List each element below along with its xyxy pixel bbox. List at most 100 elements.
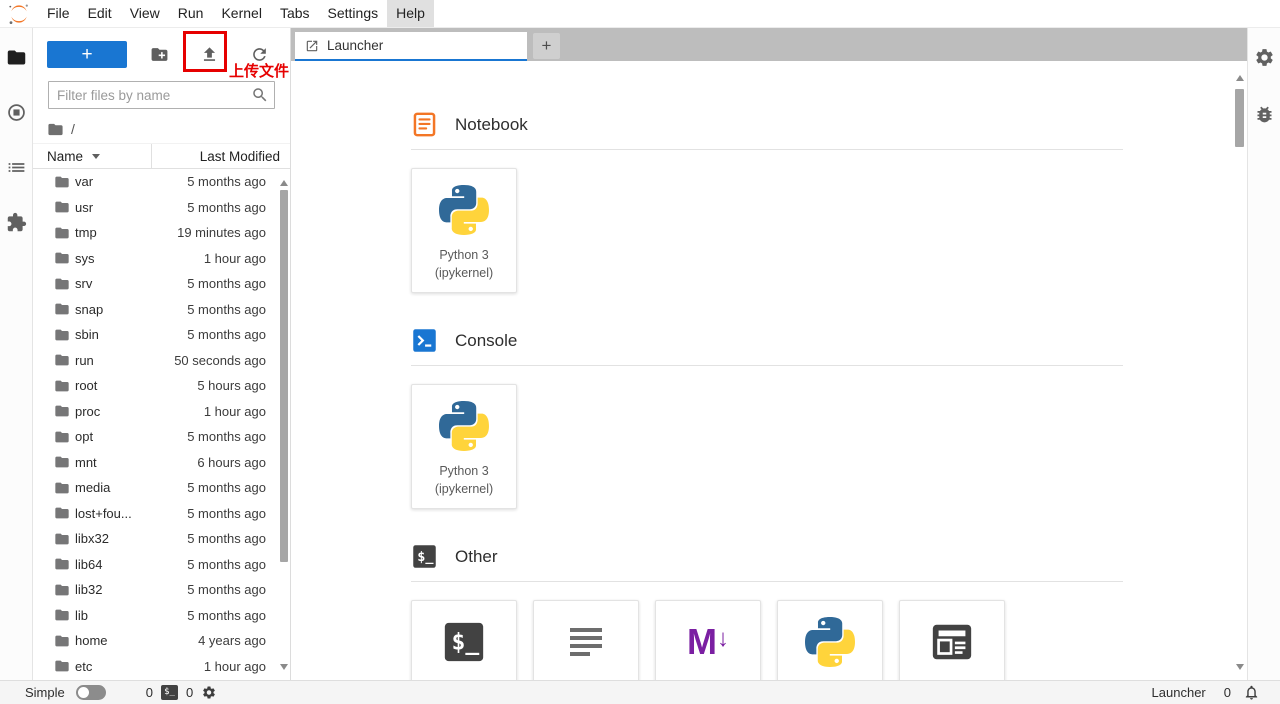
jupyter-logo bbox=[0, 0, 38, 27]
sidebar-tab-running-sessions[interactable] bbox=[4, 100, 28, 124]
file-modified: 5 months ago bbox=[187, 557, 266, 572]
menu-tabs[interactable]: Tabs bbox=[271, 0, 319, 27]
file-row[interactable]: home4 years ago bbox=[33, 628, 290, 654]
file-modified: 1 hour ago bbox=[204, 659, 266, 674]
file-name: lost+fou... bbox=[75, 506, 187, 521]
file-name: var bbox=[75, 174, 187, 189]
file-list-header: Name Last Modified bbox=[33, 143, 290, 169]
menu-run[interactable]: Run bbox=[169, 0, 213, 27]
session-counts[interactable]: 0 $_ 0 bbox=[146, 685, 217, 700]
tab-launcher[interactable]: Launcher bbox=[295, 32, 527, 61]
tab-label: Launcher bbox=[327, 38, 383, 53]
file-list-scrollbar[interactable] bbox=[279, 176, 289, 684]
card-label: Text File bbox=[563, 679, 610, 680]
breadcrumb-root[interactable]: / bbox=[71, 121, 75, 137]
menu-help[interactable]: Help bbox=[387, 0, 434, 27]
file-modified: 5 months ago bbox=[187, 429, 266, 444]
card-row: Python 3 (ipykernel) bbox=[411, 384, 1123, 509]
launcher-card-text-file[interactable]: Text File bbox=[533, 600, 639, 680]
scrollbar-thumb[interactable] bbox=[1235, 89, 1244, 147]
file-row[interactable]: snap5 months ago bbox=[33, 297, 290, 323]
launcher-card-contextual-help[interactable]: Show Contextual Help bbox=[899, 600, 1005, 680]
scrollbar-thumb[interactable] bbox=[280, 190, 288, 562]
file-row[interactable]: usr5 months ago bbox=[33, 195, 290, 221]
extensions-puzzle-icon bbox=[6, 212, 27, 233]
sidebar-tab-file-browser[interactable] bbox=[4, 45, 28, 69]
main-scrollbar[interactable] bbox=[1232, 61, 1247, 680]
column-header-name[interactable]: Name bbox=[33, 144, 152, 168]
left-sidebar bbox=[0, 28, 33, 680]
scroll-down-arrow-icon[interactable] bbox=[1236, 664, 1244, 670]
launcher-card-python-file[interactable]: Python File bbox=[777, 600, 883, 680]
bug-icon bbox=[1254, 104, 1275, 125]
file-row[interactable]: sbin5 months ago bbox=[33, 322, 290, 348]
breadcrumb: / bbox=[33, 115, 290, 143]
file-row[interactable]: run50 seconds ago bbox=[33, 348, 290, 374]
scroll-up-arrow-icon[interactable] bbox=[1236, 75, 1244, 81]
scroll-up-arrow-icon[interactable] bbox=[280, 180, 288, 186]
new-tab-button[interactable]: + bbox=[533, 33, 560, 59]
home-folder-icon[interactable] bbox=[47, 121, 64, 138]
kernels-count: 0 bbox=[186, 685, 193, 700]
filter-files-container bbox=[48, 81, 275, 109]
new-launcher-button[interactable]: + bbox=[47, 41, 127, 68]
file-row[interactable]: opt5 months ago bbox=[33, 424, 290, 450]
gear-icon bbox=[1254, 47, 1275, 68]
upload-button[interactable] bbox=[193, 39, 227, 69]
file-modified: 6 hours ago bbox=[197, 455, 266, 470]
launcher-card-markdown-file[interactable]: M↓ Markdown File bbox=[655, 600, 761, 680]
file-row[interactable]: lib645 months ago bbox=[33, 552, 290, 578]
menu-settings[interactable]: Settings bbox=[319, 0, 388, 27]
file-name: libx32 bbox=[75, 531, 187, 546]
new-folder-button[interactable] bbox=[143, 39, 177, 69]
menu-kernel[interactable]: Kernel bbox=[212, 0, 270, 27]
folder-icon bbox=[54, 454, 70, 470]
launcher-card-terminal[interactable]: Terminal bbox=[411, 600, 517, 680]
file-row[interactable]: srv5 months ago bbox=[33, 271, 290, 297]
menu-file[interactable]: File bbox=[38, 0, 79, 27]
file-row[interactable]: lost+fou...5 months ago bbox=[33, 501, 290, 527]
sidebar-tab-extensions[interactable] bbox=[4, 210, 28, 234]
file-row[interactable]: libx325 months ago bbox=[33, 526, 290, 552]
card-label: Python File bbox=[799, 679, 862, 680]
notifications-count[interactable]: 0 bbox=[1224, 685, 1231, 700]
file-name: run bbox=[75, 353, 174, 368]
file-row[interactable]: root5 hours ago bbox=[33, 373, 290, 399]
file-row[interactable]: lib325 months ago bbox=[33, 577, 290, 603]
file-modified: 1 hour ago bbox=[204, 251, 266, 266]
file-row[interactable]: etc1 hour ago bbox=[33, 654, 290, 680]
file-modified: 5 months ago bbox=[187, 327, 266, 342]
file-modified: 5 months ago bbox=[187, 480, 266, 495]
column-header-last-modified[interactable]: Last Modified bbox=[152, 149, 290, 164]
file-modified: 19 minutes ago bbox=[177, 225, 266, 240]
file-row[interactable]: media5 months ago bbox=[33, 475, 290, 501]
file-modified: 5 months ago bbox=[187, 302, 266, 317]
file-row[interactable]: var5 months ago bbox=[33, 169, 290, 195]
file-row[interactable]: tmp19 minutes ago bbox=[33, 220, 290, 246]
launcher-card-notebook-python3[interactable]: Python 3 (ipykernel) bbox=[411, 168, 517, 293]
sidebar-tab-property-inspector[interactable] bbox=[1252, 45, 1276, 69]
filter-files-input[interactable] bbox=[48, 81, 275, 109]
file-row[interactable]: lib5 months ago bbox=[33, 603, 290, 629]
file-row[interactable]: proc1 hour ago bbox=[33, 399, 290, 425]
sidebar-tab-debugger[interactable] bbox=[1252, 102, 1276, 126]
folder-icon bbox=[54, 352, 70, 368]
toggle-knob bbox=[78, 687, 89, 698]
file-row[interactable]: mnt6 hours ago bbox=[33, 450, 290, 476]
menu-view[interactable]: View bbox=[121, 0, 169, 27]
menu-edit[interactable]: Edit bbox=[79, 0, 121, 27]
file-name: opt bbox=[75, 429, 187, 444]
file-row[interactable]: sys1 hour ago bbox=[33, 246, 290, 272]
section-header: Notebook bbox=[411, 111, 1123, 138]
upload-icon bbox=[200, 45, 219, 64]
launcher-card-console-python3[interactable]: Python 3 (ipykernel) bbox=[411, 384, 517, 509]
bell-icon[interactable] bbox=[1243, 684, 1260, 701]
file-name: mnt bbox=[75, 455, 197, 470]
file-modified: 50 seconds ago bbox=[174, 353, 266, 368]
upload-annotation-label: 上传文件 bbox=[229, 60, 289, 81]
sidebar-tab-table-of-contents[interactable] bbox=[4, 155, 28, 179]
simple-mode-toggle[interactable] bbox=[76, 685, 106, 700]
python-logo-icon bbox=[439, 181, 489, 239]
scroll-down-arrow-icon[interactable] bbox=[280, 664, 288, 670]
folder-icon bbox=[54, 276, 70, 292]
